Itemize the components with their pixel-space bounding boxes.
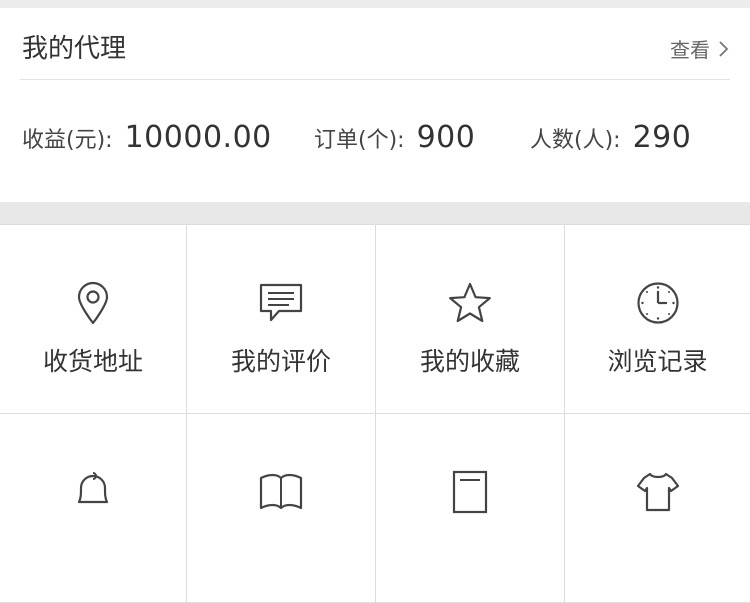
comment-icon xyxy=(259,281,303,325)
chevron-right-icon xyxy=(716,40,730,58)
menu-item-address[interactable]: 收货地址 xyxy=(0,225,187,414)
stat-earnings-value: 10000.00 xyxy=(124,120,272,155)
menu-item-7[interactable] xyxy=(376,414,565,603)
view-agent-link[interactable]: 查看 xyxy=(670,34,730,63)
menu-item-label: 我的收藏 xyxy=(419,347,520,376)
agent-header: 我的代理 查看 xyxy=(20,8,730,80)
menu-item-5[interactable] xyxy=(0,414,187,603)
menu-item-label: 我的评价 xyxy=(230,347,331,376)
stat-people-label: 人数(人): xyxy=(530,128,621,153)
stat-orders-value: 900 xyxy=(416,120,476,155)
menu-item-history[interactable]: 浏览记录 xyxy=(565,225,750,414)
menu-item-label: 浏览记录 xyxy=(607,347,708,376)
section-gap xyxy=(0,202,750,224)
document-icon xyxy=(448,470,492,514)
bell-icon xyxy=(71,470,115,514)
menu-item-label: 收货地址 xyxy=(42,347,143,376)
book-icon xyxy=(259,470,303,514)
agent-stats: 收益(元): 10000.00 订单(个): 900 人数(人): 290 xyxy=(22,120,730,160)
menu-item-8[interactable] xyxy=(565,414,750,603)
stat-orders: 订单(个): 900 xyxy=(314,120,475,155)
stat-earnings: 收益(元): 10000.00 xyxy=(22,120,272,155)
menu-item-6[interactable] xyxy=(187,414,376,603)
location-pin-icon xyxy=(71,281,115,325)
stat-people-value: 290 xyxy=(632,120,692,155)
clock-icon xyxy=(636,281,680,325)
agent-title: 我的代理 xyxy=(22,34,127,64)
shirt-icon xyxy=(636,470,680,514)
agent-card: 我的代理 查看 收益(元): 10000.00 订单(个): 900 人数(人)… xyxy=(0,8,750,202)
top-divider xyxy=(0,0,750,8)
stat-people: 人数(人): 290 xyxy=(530,120,691,155)
view-agent-label: 查看 xyxy=(670,38,710,62)
stat-earnings-label: 收益(元): xyxy=(22,128,113,153)
menu-item-reviews[interactable]: 我的评价 xyxy=(187,225,376,414)
menu-grid: 收货地址 我的评价 我的收藏 浏览记录 xyxy=(0,224,750,603)
star-icon xyxy=(448,281,492,325)
stat-orders-label: 订单(个): xyxy=(314,128,405,153)
menu-item-favorites[interactable]: 我的收藏 xyxy=(376,225,565,414)
